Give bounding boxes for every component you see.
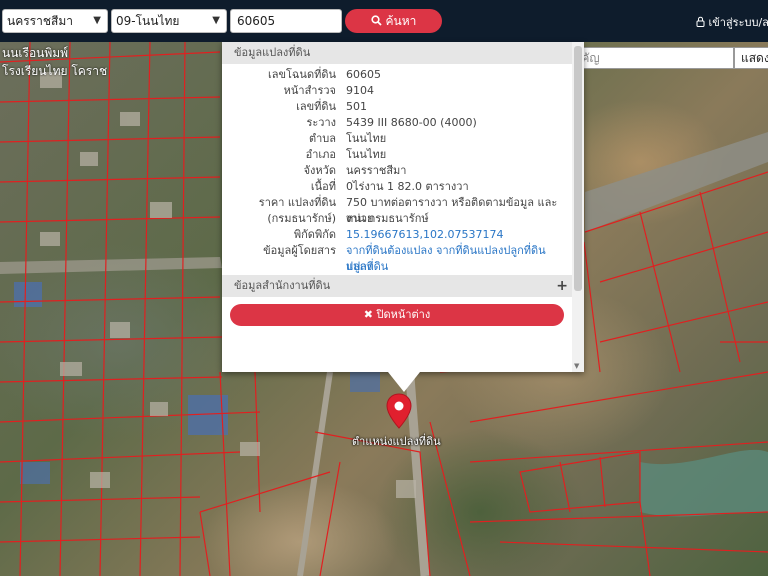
- info-value: 9104: [346, 84, 374, 97]
- info-label: เนื้อที่: [310, 180, 336, 193]
- chevron-down-icon: ▼: [93, 15, 101, 26]
- close-window-button[interactable]: ✖ ปิดหน้าต่าง: [230, 304, 564, 326]
- info-value: 501: [346, 100, 367, 113]
- parcel-number-input[interactable]: 60605: [230, 9, 342, 33]
- chevron-down-icon: ▼: [212, 15, 220, 26]
- login-label: เข้าสู่ระบบ/ล: [708, 16, 768, 29]
- info-label: อำเภอ: [305, 148, 336, 161]
- info-label: พิกัดพิกัด: [293, 228, 336, 241]
- source-link[interactable]: ปลูกที่ดิน: [346, 259, 566, 275]
- close-window-label: ปิดหน้าต่าง: [376, 308, 431, 321]
- info-label: ราคา แปลงที่ดิน: [258, 196, 336, 209]
- info-value: โนนไทย: [346, 148, 387, 161]
- info-label: จังหวัด: [303, 164, 336, 177]
- info-value: โนนไทย: [346, 132, 387, 145]
- info-label: ระวาง: [306, 116, 336, 129]
- land-office-header-label: ข้อมูลสำนักงานที่ดิน: [234, 279, 331, 292]
- province-select-value: นครราชสีมา: [7, 14, 73, 28]
- expand-plus-icon[interactable]: +: [556, 275, 568, 297]
- coordinates-link[interactable]: 15.19667613,102.07537174: [346, 227, 566, 243]
- scroll-down-icon[interactable]: ▼: [574, 362, 579, 370]
- login-link[interactable]: เข้าสู่ระบบ/ล: [696, 13, 768, 31]
- info-value: 0ไร่งาน 1 82.0 ตารางวา: [346, 180, 469, 193]
- info-label: หน้าสำรวจ: [283, 84, 336, 97]
- info-label: ข้อมูลผู้โดยสาร: [263, 244, 336, 257]
- search-button[interactable]: ค้นหา: [345, 9, 442, 33]
- map-place-label: โรงเรียนไทย โคราช: [2, 64, 108, 78]
- popup-scrollbar[interactable]: ▼: [572, 42, 584, 372]
- show-place-button[interactable]: แสดง: [734, 47, 768, 69]
- search-button-label: ค้นหา: [385, 14, 417, 28]
- pin-label: ตำแหน่งแปลงที่ดิน: [352, 435, 441, 448]
- search-icon: [371, 15, 382, 26]
- land-office-header[interactable]: ข้อมูลสำนักงานที่ดิน +: [222, 275, 572, 297]
- info-label: เลขที่ดิน: [296, 100, 336, 113]
- parcel-info-header: ข้อมูลแปลงที่ดิน: [222, 42, 572, 64]
- info-value: นครราชสีมา: [346, 164, 407, 177]
- close-icon: ✖: [363, 308, 373, 321]
- info-value: 5439 III 8680-00 (4000): [346, 116, 477, 129]
- scrollbar-thumb[interactable]: [574, 46, 582, 291]
- district-select-value: 09-โนนไทย: [116, 14, 180, 28]
- district-select[interactable]: 09-โนนไทย ▼: [111, 9, 227, 33]
- info-label: เลขโฉนดที่ดิน: [268, 68, 336, 81]
- lock-icon: [696, 16, 705, 27]
- parcel-info-popup: ข้อมูลแปลงที่ดิน เลขโฉนดที่ดิน 60605 หน้…: [222, 42, 584, 392]
- map-pin-icon[interactable]: [386, 393, 412, 429]
- top-navbar: นครราชสีมา ▼ 09-โนนไทย ▼ 60605 ค้นหา เข้…: [0, 0, 768, 42]
- info-label: ตำบล: [308, 132, 336, 145]
- info-label: (กรมธนารักษ์): [267, 212, 336, 225]
- map-place-label: นนเรือนพิมพ์: [2, 46, 69, 60]
- province-select[interactable]: นครราชสีมา ▼: [2, 9, 108, 33]
- info-value: 60605: [346, 68, 381, 81]
- info-value: งาน กรมธนารักษ์: [346, 212, 429, 225]
